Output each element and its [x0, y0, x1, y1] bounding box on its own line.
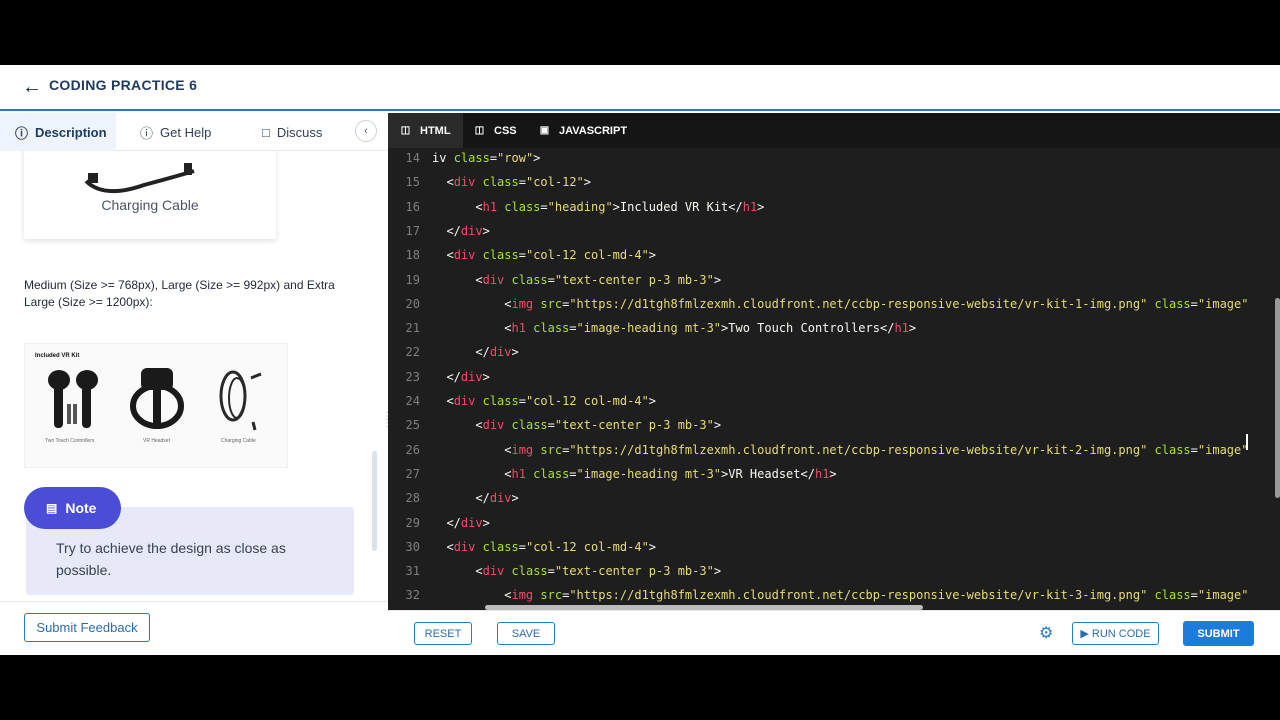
tab-html[interactable]: ◫ HTML: [388, 113, 463, 148]
code-line[interactable]: <div class="text-center p-3 mb-3">: [432, 564, 721, 578]
kit-caption-controllers: Two Touch Controllers: [45, 438, 95, 444]
info-icon: ⓘ: [15, 125, 29, 141]
play-icon: ▶: [1080, 628, 1089, 640]
code-editor: ◫ HTML ◫ CSS ▣ JAVASCRIPT 14 15 16 17 18 19 20…: [388, 113, 1280, 610]
line-number: 24: [405, 394, 420, 408]
note-label: Note: [65, 500, 97, 516]
touch-controllers-image: [48, 370, 98, 428]
html5-icon: ◫: [400, 124, 411, 136]
note-badge: ▤ Note: [24, 487, 121, 529]
left-panel: ⓘ Description ⓘ Get Help □ Discuss ‹ Cha…: [0, 113, 392, 655]
code-line[interactable]: <h1 class="image-heading mt-3">VR Headse…: [432, 467, 836, 481]
code-line[interactable]: <img src="https://d1tgh8fmlzexmh.cloudfr…: [432, 588, 1248, 602]
app-window: ← CODING PRACTICE 6 ⓘ Description ⓘ Get …: [0, 65, 1280, 655]
run-code-label: RUN CODE: [1091, 628, 1151, 640]
tab-discuss[interactable]: □ Discuss: [262, 113, 322, 151]
cable-image-card: Charging Cable: [24, 151, 276, 239]
line-number: 29: [405, 515, 420, 530]
submit-button[interactable]: SUBMIT: [1183, 621, 1254, 646]
cable-caption: Charging Cable: [101, 197, 199, 213]
code-line[interactable]: <h1 class="heading">Included VR Kit</h1>: [432, 200, 764, 214]
tab-get-help[interactable]: ⓘ Get Help: [140, 113, 211, 151]
code-line[interactable]: <div class="text-center p-3 mb-3">: [432, 418, 721, 432]
document-icon: ▤: [46, 501, 58, 515]
vertical-scrollbar[interactable]: [1275, 298, 1280, 498]
tab-javascript[interactable]: ▣ JAVASCRIPT: [539, 113, 627, 148]
code-line[interactable]: </div>: [432, 491, 518, 505]
line-number: 15: [405, 175, 420, 190]
line-number: 31: [405, 564, 420, 579]
page-title: CODING PRACTICE 6: [49, 77, 198, 93]
tab-description-label: Description: [35, 124, 107, 140]
kit-image-title: Included VR Kit: [35, 353, 80, 359]
tab-discuss-label: Discuss: [276, 124, 323, 140]
tab-get-help-label: Get Help: [160, 124, 212, 140]
kit-caption-cable: Charging Cable: [221, 438, 256, 444]
submit-feedback-button[interactable]: Submit Feedback: [24, 613, 150, 642]
save-button[interactable]: SAVE: [497, 622, 555, 645]
line-number: 16: [405, 199, 420, 214]
line-number: 27: [405, 466, 420, 481]
description-content[interactable]: Charging Cable Medium (Size >= 768px), L…: [0, 151, 380, 601]
code-line[interactable]: <div class="col-12">: [432, 175, 591, 189]
line-number: 23: [405, 369, 420, 384]
code-line[interactable]: </div>: [432, 516, 489, 530]
line-number: 32: [405, 588, 420, 603]
code-line[interactable]: iv class="row">: [432, 151, 540, 165]
css3-icon: ◫: [474, 124, 485, 136]
line-number: 19: [405, 272, 420, 287]
tab-css[interactable]: ◫ CSS: [474, 113, 517, 148]
code-area[interactable]: 1415161718192021222324252627282930313233…: [388, 148, 1280, 610]
line-number: 14: [405, 151, 420, 165]
chat-bubble-icon: □: [262, 124, 270, 140]
top-header: ← CODING PRACTICE 6: [0, 65, 1280, 111]
reset-button[interactable]: RESET: [414, 622, 472, 645]
run-code-button[interactable]: ▶ RUN CODE: [1072, 622, 1159, 645]
code-line[interactable]: <div class="col-12 col-md-4">: [432, 248, 656, 262]
tab-javascript-label: JAVASCRIPT: [559, 124, 628, 137]
tab-css-label: CSS: [494, 124, 517, 137]
line-number: 21: [405, 321, 420, 336]
line-number-gutter: 1415161718192021222324252627282930313233: [388, 148, 432, 610]
charging-cable-image: [84, 163, 195, 194]
line-number: 30: [405, 539, 420, 554]
description-tabs: ⓘ Description ⓘ Get Help □ Discuss ‹: [0, 113, 388, 151]
chevron-left-icon: ‹: [364, 125, 368, 137]
vr-kit-image: Included VR Kit Two Touch Controllers VR…: [24, 343, 288, 468]
arrow-left-icon[interactable]: ←: [22, 76, 42, 99]
description-paragraph: Medium (Size >= 768px), Large (Size >= 9…: [24, 278, 335, 309]
line-number: 17: [405, 223, 420, 238]
javascript-file-icon: ▣: [539, 124, 550, 136]
collapse-panel-button[interactable]: ‹: [355, 120, 377, 142]
code-line[interactable]: <img src="https://d1tgh8fmlzexmh.cloudfr…: [432, 297, 1248, 311]
line-number: 18: [405, 248, 420, 263]
note-text: Try to achieve the design as close as po…: [56, 540, 286, 578]
charging-cable-small-image: [219, 370, 262, 431]
line-number: 26: [405, 442, 420, 457]
description-scrollbar[interactable]: [372, 451, 377, 551]
code-line[interactable]: <div class="col-12 col-md-4">: [432, 394, 656, 408]
text-cursor: [1246, 434, 1248, 450]
code-line[interactable]: </div>: [432, 224, 489, 238]
code-line[interactable]: <div class="col-12 col-md-4">: [432, 540, 656, 554]
line-number: 20: [405, 296, 420, 311]
code-line[interactable]: <h1 class="image-heading mt-3">Two Touch…: [432, 321, 916, 335]
gear-icon[interactable]: ⚙: [1039, 623, 1053, 643]
code-line[interactable]: <div class="text-center p-3 mb-3">: [432, 273, 721, 287]
line-number: 28: [405, 491, 420, 506]
line-number: 22: [405, 345, 420, 360]
help-circle-icon: ⓘ: [140, 125, 154, 141]
code-line[interactable]: </div>: [432, 370, 489, 384]
editor-footer: RESET SAVE ⚙ ▶ RUN CODE SUBMIT: [388, 610, 1280, 655]
tab-description[interactable]: ⓘ Description: [0, 113, 116, 151]
editor-tabs: ◫ HTML ◫ CSS ▣ JAVASCRIPT: [388, 113, 1280, 148]
left-footer: Submit Feedback: [0, 601, 388, 655]
vr-headset-image: [130, 368, 184, 429]
kit-caption-headset: VR Headset: [143, 438, 170, 444]
code-line[interactable]: <img src="https://d1tgh8fmlzexmh.cloudfr…: [432, 443, 1248, 457]
tab-html-label: HTML: [420, 124, 451, 137]
code-line[interactable]: </div>: [432, 345, 518, 359]
line-number: 25: [405, 418, 420, 433]
